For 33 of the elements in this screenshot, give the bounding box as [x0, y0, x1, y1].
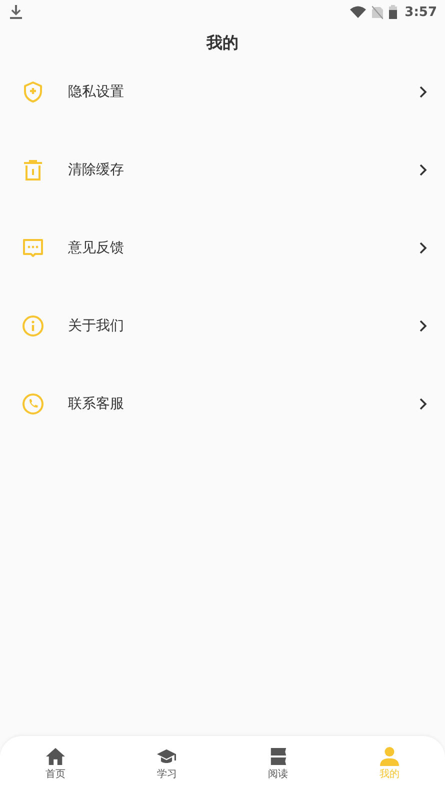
menu-item[interactable]: 联系客服	[0, 365, 445, 443]
chevron-right-icon	[419, 164, 427, 176]
info-icon	[21, 314, 45, 338]
menu-label: 关于我们	[68, 317, 125, 335]
stacked-books-icon	[268, 747, 288, 766]
menu-label: 联系客服	[68, 395, 125, 413]
chat-bubble-icon	[21, 236, 45, 260]
menu-item[interactable]: 清除缓存	[0, 131, 445, 209]
menu-label: 意见反馈	[68, 239, 125, 257]
chevron-right-icon	[419, 398, 427, 410]
phone-icon	[21, 392, 45, 416]
nav-tab[interactable]: 阅读	[222, 736, 334, 792]
wifi-icon	[350, 6, 366, 18]
shield-plus-icon	[21, 80, 45, 104]
chevron-right-icon	[419, 242, 427, 254]
nav-tab[interactable]: 首页	[0, 736, 112, 792]
trash-icon	[21, 158, 45, 182]
menu-item[interactable]: 意见反馈	[0, 209, 445, 287]
menu-label: 隐私设置	[68, 83, 125, 101]
house-icon	[46, 747, 66, 766]
person-icon	[380, 747, 399, 766]
menu-item[interactable]: 隐私设置	[0, 53, 445, 131]
menu-label: 清除缓存	[68, 161, 125, 179]
nav-tab[interactable]: 学习	[111, 736, 222, 792]
no-sim-icon	[372, 6, 383, 18]
graduation-cap-icon	[157, 747, 176, 766]
download-icon	[10, 5, 22, 19]
battery-icon	[388, 5, 397, 19]
chevron-right-icon	[419, 320, 427, 332]
chevron-right-icon	[419, 86, 427, 98]
menu-item[interactable]: 关于我们	[0, 287, 445, 365]
page-title: 我的	[206, 32, 238, 54]
status-time: 3:57	[404, 4, 437, 20]
